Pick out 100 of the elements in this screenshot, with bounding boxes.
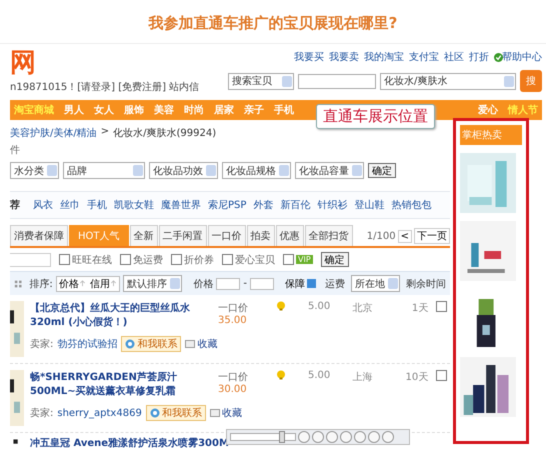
tab[interactable]: 优惠	[276, 225, 304, 246]
chat-icon	[150, 408, 160, 418]
checkbox[interactable]	[222, 254, 233, 265]
search-scope-select[interactable]: 搜索宝贝	[228, 72, 294, 90]
filter-select[interactable]: 水分类	[10, 162, 59, 179]
top-link[interactable]: 我要买	[294, 50, 324, 64]
top-link[interactable]: 我的淘宝	[364, 50, 404, 64]
tab[interactable]: 一口价	[208, 225, 246, 246]
shipping-header: 运费	[325, 278, 345, 290]
dash: -	[243, 278, 247, 289]
page-heading: 我参加直通车推广的宝贝展现在哪里?	[0, 0, 546, 44]
option-label: 免运费	[133, 254, 163, 266]
hot-label: 荐	[10, 198, 20, 212]
top-link[interactable]: 支付宝	[409, 50, 439, 64]
location-select[interactable]: 所在地	[351, 275, 400, 292]
category-select[interactable]: 化妆水/爽肤水	[380, 72, 516, 90]
hot-word-link[interactable]: 丝巾	[60, 198, 80, 212]
breadcrumb-separator: >	[100, 126, 110, 139]
top-link[interactable]: 我要卖	[329, 50, 359, 64]
shipping-fee: 5.00	[308, 301, 330, 312]
folder-icon	[210, 408, 220, 418]
top-link[interactable]: 打折	[469, 50, 489, 64]
hot-word-link[interactable]: 登山鞋	[354, 198, 384, 212]
location: 北京	[352, 302, 374, 315]
player-control-button[interactable]	[382, 431, 394, 443]
filter-select[interactable]: 品牌	[63, 162, 145, 179]
checkbox[interactable]	[436, 301, 448, 312]
seller-label: 卖家:	[30, 406, 54, 420]
guarantee-dropdown[interactable]: 保障	[285, 276, 316, 290]
player-control-button[interactable]	[368, 431, 380, 443]
seller-link[interactable]: sherry_aptx4869	[57, 408, 142, 418]
breadcrumb-link[interactable]: 美容护肤/美体/精油	[10, 126, 97, 140]
tab[interactable]: 二手闲置	[158, 225, 206, 246]
callout: 直通车展示位置	[316, 104, 435, 129]
hot-word-link[interactable]: 凯歌女鞋	[114, 198, 154, 212]
tab[interactable]: 全新	[130, 225, 158, 246]
contact-button[interactable]: 和我联系	[121, 336, 182, 352]
next-button[interactable]: 下一页	[414, 228, 450, 244]
shipping-fee: 5.00	[308, 370, 330, 381]
confirm-button[interactable]: 确定	[368, 163, 396, 178]
checkbox[interactable]	[436, 370, 448, 381]
player-control-button[interactable]	[340, 431, 352, 443]
tab[interactable]: 消费者保障	[10, 225, 68, 246]
login-links[interactable]: n19871015！[请登录] [免费注册] 站内信	[10, 80, 200, 94]
seller-label: 卖家:	[30, 338, 54, 351]
price: 30.00	[218, 384, 248, 395]
sort-order-select[interactable]: 默认排序	[122, 275, 182, 292]
price-max-field[interactable]	[250, 278, 274, 290]
checkbox[interactable]	[59, 254, 70, 265]
top-link[interactable]: 帮助中心	[502, 50, 542, 64]
item-title-link[interactable]: 【北京总代】丝瓜大王的巨型丝瓜水 320ml (小心假货！)	[30, 301, 202, 329]
grid-view-icon[interactable]	[14, 278, 22, 288]
top-link[interactable]: 社区	[444, 50, 464, 64]
price-label: 价格	[193, 278, 214, 290]
item-title-link[interactable]: 畅*SHERRYGARDEN芦荟原汁500ML~买就送薰衣草修复乳霜	[30, 370, 202, 398]
checkbox[interactable]	[171, 254, 182, 265]
bulb-icon	[276, 301, 286, 311]
filter-select[interactable]: 化妆品功效	[149, 162, 218, 179]
hot-word-link[interactable]: 热销包包	[391, 198, 432, 212]
player-control-button[interactable]	[312, 431, 324, 443]
text-field[interactable]	[10, 252, 51, 266]
price-min-field[interactable]	[216, 278, 240, 290]
contact-button[interactable]: 和我联系	[146, 405, 206, 421]
arrow-up-icon	[78, 280, 86, 287]
tab[interactable]: 全部扫货	[304, 225, 352, 246]
search-field[interactable]	[298, 74, 376, 88]
sort-key-button[interactable]: 价格	[56, 276, 88, 290]
tab[interactable]: 拍卖	[246, 225, 274, 246]
hot-word-link[interactable]: 外套	[253, 198, 274, 212]
time-left: 1天	[410, 302, 428, 315]
time-left: 10天	[404, 371, 428, 384]
check-icon	[494, 52, 503, 62]
player-control-button[interactable]	[326, 431, 338, 443]
checkbox[interactable]	[283, 254, 294, 265]
seller-link[interactable]: 勃芬的试验招	[57, 337, 118, 351]
sort-label: 排序:	[29, 278, 53, 290]
time-left-header: 剩余时间	[406, 278, 446, 290]
breadcrumb-current: 化妆水/爽肤水(99924)	[113, 126, 216, 140]
confirm-button[interactable]: 确定	[320, 252, 349, 267]
location: 上海	[352, 370, 374, 384]
option-label: 折价券	[184, 254, 214, 266]
favorite-button[interactable]: 收藏	[210, 406, 242, 420]
hot-word-link[interactable]: 魔兽世界	[161, 198, 201, 212]
option-label: 旺旺在线	[72, 254, 112, 266]
hot-word-link[interactable]: 针织衫	[317, 198, 348, 212]
filter-select[interactable]: 化妆品容量	[295, 162, 364, 179]
price: 35.00	[218, 315, 248, 326]
sort-key-button[interactable]: 信用	[88, 276, 119, 290]
checkbox[interactable]	[120, 254, 131, 265]
hot-word-link[interactable]: 风衣	[33, 198, 53, 212]
filter-select[interactable]: 化妆品规格	[222, 162, 291, 179]
previous-button[interactable]: <	[398, 230, 412, 242]
hot-word-link[interactable]: 索尼PSP	[208, 198, 246, 212]
hot-word-link[interactable]: 新百伦	[280, 198, 310, 212]
favorite-button[interactable]: 收藏	[185, 337, 218, 351]
hot-word-link[interactable]: 手机	[87, 198, 107, 212]
conditions-label: 件	[10, 144, 21, 158]
seek-slider[interactable]	[230, 433, 296, 441]
player-control-button[interactable]	[354, 431, 366, 443]
player-control-button[interactable]	[298, 431, 310, 443]
